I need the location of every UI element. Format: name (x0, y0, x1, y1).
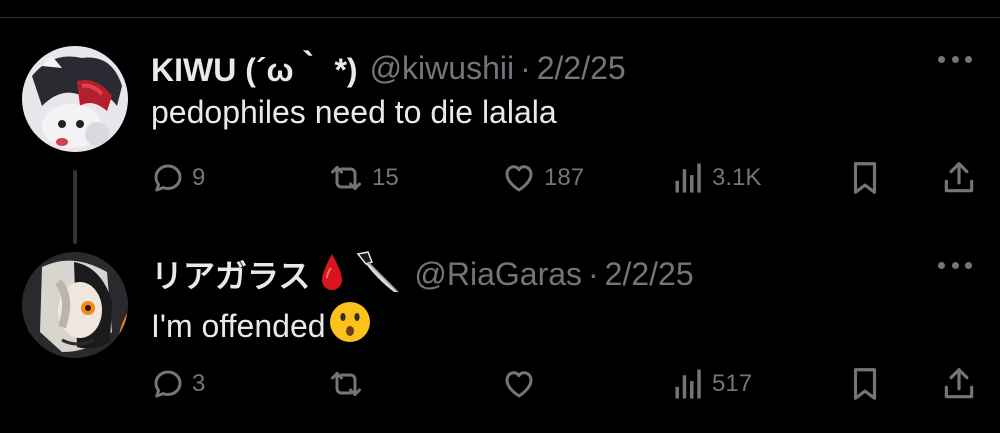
tweet-actions: 3 517 (150, 364, 980, 404)
retweet-button[interactable]: 15 (326, 158, 399, 198)
tweet-text-content: I'm offended (151, 307, 326, 344)
bookmark-icon (848, 159, 882, 197)
reply-count: 9 (192, 164, 206, 191)
like-button[interactable] (500, 364, 544, 404)
display-name[interactable]: リアガラス (151, 251, 310, 297)
views-button[interactable]: 3.1K (674, 158, 761, 198)
blood-drop-icon (318, 252, 346, 297)
user-handle[interactable]: @RiaGaras (414, 256, 582, 293)
knife-icon (354, 248, 402, 301)
analytics-icon (674, 160, 706, 196)
retweet-count: 15 (372, 164, 399, 191)
tweet-header: リアガラス @RiaGaras · 2/2/25 (151, 250, 694, 298)
share-icon (940, 365, 978, 403)
retweet-icon (326, 366, 366, 402)
bookmark-button[interactable] (848, 158, 882, 198)
more-options-icon[interactable] (938, 54, 972, 64)
avatar[interactable] (22, 252, 128, 358)
bookmark-icon (848, 365, 882, 403)
user-handle[interactable]: @kiwushii (370, 50, 515, 87)
hushed-face-icon (328, 300, 372, 352)
avatar[interactable] (22, 46, 128, 152)
separator-dot: · (520, 49, 531, 86)
share-button[interactable] (940, 364, 978, 404)
like-button[interactable]: 187 (500, 158, 584, 198)
share-icon (940, 159, 978, 197)
heart-icon (500, 366, 538, 402)
view-count: 3.1K (712, 164, 762, 191)
tweet-text-content: pedophiles need to die lalala (151, 94, 557, 130)
reply-button[interactable]: 9 (150, 158, 205, 198)
heart-icon (500, 160, 538, 196)
reply-count: 3 (192, 370, 206, 397)
reply-icon (150, 160, 186, 196)
top-divider (0, 17, 1000, 18)
bookmark-button[interactable] (848, 364, 882, 404)
retweet-icon (326, 160, 366, 196)
view-count: 517 (712, 370, 753, 397)
tweet-date[interactable]: 2/2/25 (605, 256, 694, 293)
analytics-icon (674, 366, 706, 402)
tweet-text: I'm offended (151, 300, 372, 352)
tweet-header: KIWU (´ω｀ *) @kiwushii · 2/2/25 (151, 44, 626, 92)
tweet-date[interactable]: 2/2/25 (537, 50, 626, 87)
reply-button[interactable]: 3 (150, 364, 205, 404)
views-button[interactable]: 517 (674, 364, 752, 404)
like-count: 187 (544, 164, 585, 191)
thread-connector-line (73, 170, 77, 244)
tweet-actions: 9 15 187 3.1K (150, 158, 980, 198)
more-options-icon[interactable] (938, 260, 972, 270)
retweet-button[interactable] (326, 364, 372, 404)
reply-icon (150, 366, 186, 402)
separator-dot: · (588, 255, 599, 292)
display-name[interactable]: KIWU (´ω｀ *) (151, 45, 358, 91)
tweet-text: pedophiles need to die lalala (151, 94, 557, 131)
share-button[interactable] (940, 158, 978, 198)
